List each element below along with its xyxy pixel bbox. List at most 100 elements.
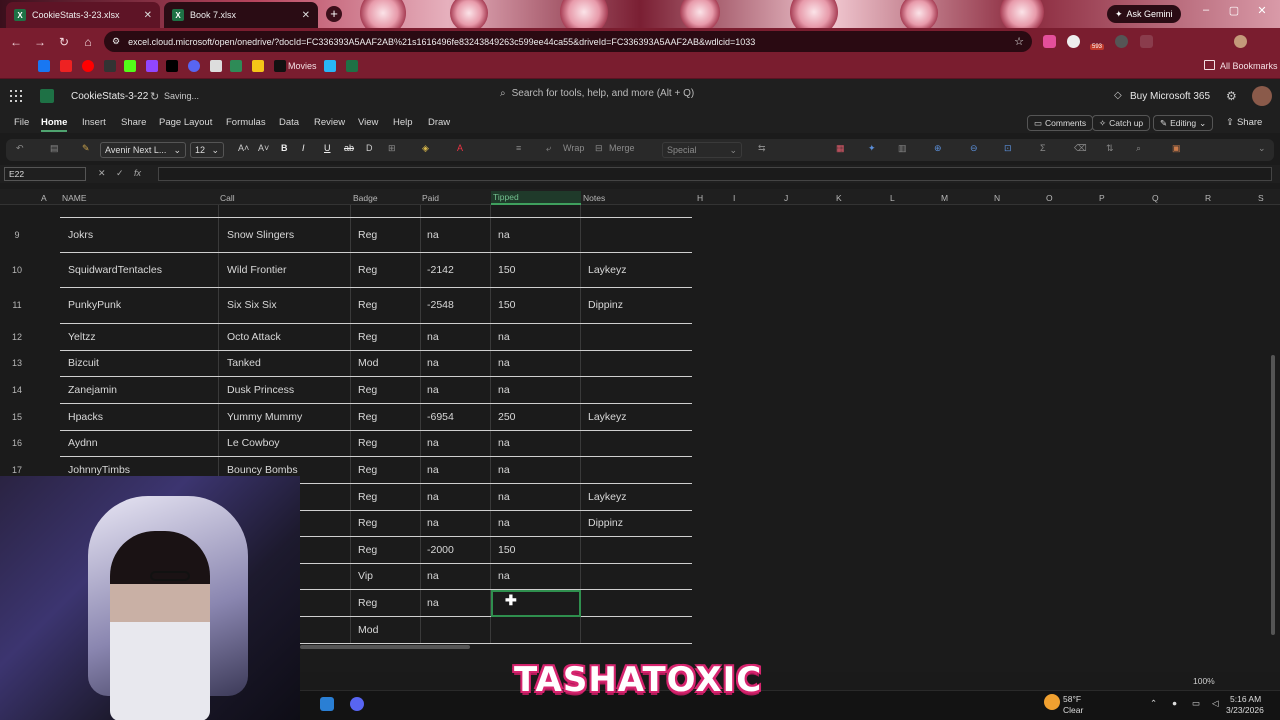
cell-name[interactable]: SquidwardTentacles (68, 264, 162, 276)
ribbon-expand-icon[interactable]: ⌄ (1258, 143, 1266, 154)
row-header[interactable]: 10 (0, 265, 34, 275)
menu-data[interactable]: Data (279, 117, 299, 128)
column-header[interactable]: Call (220, 193, 235, 203)
cell-tipped[interactable]: na (498, 384, 510, 396)
column-header[interactable]: N (994, 193, 1000, 203)
site-info-icon[interactable]: ⚙ (112, 36, 120, 47)
user-avatar[interactable] (1252, 86, 1272, 106)
minimize-icon[interactable]: – (1196, 4, 1216, 16)
row-header[interactable]: 16 (0, 438, 34, 448)
share-button[interactable]: ⇪ Share (1226, 117, 1262, 128)
extension-icon[interactable] (1043, 35, 1056, 48)
clipboard-icon[interactable]: ▤ (50, 143, 59, 154)
cell-notes[interactable]: Laykeyz (588, 491, 627, 503)
row-header[interactable]: 15 (0, 412, 34, 422)
extension-icon[interactable] (1115, 35, 1128, 48)
menu-insert[interactable]: Insert (82, 117, 106, 128)
cell-tipped[interactable]: na (498, 491, 510, 503)
format-table-icon[interactable]: ▥ (898, 143, 907, 154)
tab-book7[interactable]: X Book 7.xlsx ✕ (164, 2, 318, 28)
format-painter-icon[interactable]: ✎ (82, 143, 90, 154)
row-header[interactable]: 14 (0, 385, 34, 395)
column-header-selected[interactable]: Tipped (491, 191, 581, 205)
cell-paid[interactable]: na (427, 570, 439, 582)
bookmark-icon[interactable] (324, 60, 336, 72)
column-header[interactable]: K (836, 193, 842, 203)
cell-badge[interactable]: Reg (358, 491, 377, 503)
cell-badge[interactable]: Reg (358, 597, 377, 609)
cell-paid[interactable]: -2548 (427, 299, 454, 311)
cell-call[interactable]: Yummy Mummy (227, 411, 302, 423)
merge-button[interactable]: Merge (609, 143, 635, 153)
settings-gear-icon[interactable]: ⚙ (1226, 89, 1237, 103)
bold-icon[interactable]: B (281, 143, 288, 153)
confirm-entry-icon[interactable]: ✓ (116, 168, 124, 179)
cell-badge[interactable]: Reg (358, 437, 377, 449)
column-header[interactable]: H (697, 193, 703, 203)
cell-badge[interactable]: Reg (358, 464, 377, 476)
strikethrough-icon[interactable]: ab (344, 143, 354, 153)
column-header[interactable]: I (733, 193, 735, 203)
cell-notes[interactable]: Laykeyz (588, 264, 627, 276)
bookmark-icon[interactable] (252, 60, 264, 72)
grow-font-icon[interactable]: A˄ (238, 143, 249, 153)
cell-call[interactable]: Six Six Six (227, 299, 277, 311)
volume-icon[interactable]: ◁ (1212, 698, 1219, 709)
menu-help[interactable]: Help (393, 117, 413, 128)
add-ins-icon[interactable]: ▣ (1172, 143, 1181, 154)
number-format-select[interactable]: Special ⌄ (662, 142, 742, 158)
cell-badge[interactable]: Reg (358, 264, 377, 276)
x-icon[interactable] (166, 60, 178, 72)
sheets-icon[interactable] (346, 60, 358, 72)
borders-icon[interactable]: ⊞ (388, 143, 396, 154)
menu-share[interactable]: Share (121, 117, 146, 128)
cell-call[interactable]: Le Cowboy (227, 437, 280, 449)
facebook-icon[interactable] (38, 60, 50, 72)
cell-notes[interactable]: Dippinz (588, 517, 623, 529)
font-size-select[interactable]: 12 ⌄ (190, 142, 224, 158)
column-header[interactable]: O (1046, 193, 1053, 203)
column-header[interactable]: S (1258, 193, 1264, 203)
cell-paid[interactable]: -2000 (427, 544, 454, 556)
bookmark-icon[interactable] (60, 60, 72, 72)
align-icon[interactable]: ≡ (516, 143, 521, 153)
all-bookmarks[interactable]: All Bookmarks (1220, 61, 1278, 71)
cell-call[interactable]: Tanked (227, 357, 261, 369)
column-header[interactable]: A (41, 193, 47, 203)
cell-name[interactable]: PunkyPunk (68, 299, 121, 311)
column-header[interactable]: M (941, 193, 948, 203)
cell-paid[interactable]: na (427, 517, 439, 529)
extension-icon[interactable] (1067, 35, 1080, 48)
cell-tipped[interactable]: na (498, 517, 510, 529)
cell-badge[interactable]: Reg (358, 517, 377, 529)
merge-icon[interactable]: ⊟ (595, 143, 603, 154)
row-header[interactable]: 17 (0, 465, 34, 475)
cell-paid[interactable]: na (427, 597, 439, 609)
cell-call[interactable]: Wild Frontier (227, 264, 287, 276)
cell-badge[interactable]: Reg (358, 331, 377, 343)
fill-color-icon[interactable]: ◈ (422, 143, 429, 154)
cell-paid[interactable]: na (427, 491, 439, 503)
cell-call[interactable]: Dusk Princess (227, 384, 294, 396)
cell-paid[interactable]: na (427, 357, 439, 369)
cell-name[interactable]: Yeltzz (68, 331, 96, 343)
menu-draw[interactable]: Draw (428, 117, 450, 128)
cell-name[interactable]: Aydnn (68, 437, 98, 449)
cancel-entry-icon[interactable]: ✕ (98, 168, 106, 179)
conditional-format-icon[interactable]: ▦ (836, 143, 845, 154)
address-bar[interactable]: ⚙ excel.cloud.microsoft/open/onedrive/?d… (104, 31, 1032, 52)
column-header[interactable]: P (1099, 193, 1105, 203)
menu-file[interactable]: File (14, 117, 29, 128)
editing-mode-button[interactable]: ✎ Editing ⌄ (1153, 115, 1214, 131)
vertical-scrollbar[interactable] (1271, 355, 1275, 635)
bookmark-icon[interactable] (230, 60, 242, 72)
menu-view[interactable]: View (358, 117, 378, 128)
column-header[interactable]: Paid (422, 193, 439, 203)
number-format-icon[interactable]: ⇆ (758, 143, 766, 154)
find-icon[interactable]: ⌕ (1136, 143, 1141, 154)
cell-notes[interactable]: Dippinz (588, 299, 623, 311)
name-box[interactable]: E22 (4, 167, 86, 181)
cell-name[interactable]: JohnnyTimbs (68, 464, 130, 476)
cell-paid[interactable]: na (427, 331, 439, 343)
column-header[interactable]: R (1205, 193, 1211, 203)
